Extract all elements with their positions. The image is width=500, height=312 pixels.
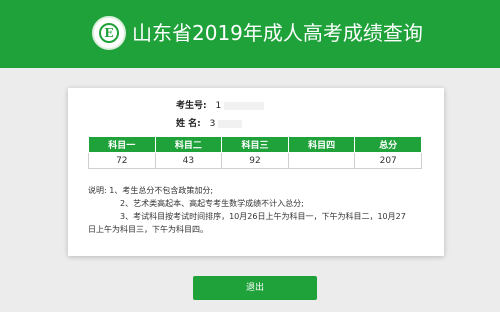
- school-logo-icon: E: [92, 16, 126, 50]
- col-subject-4: 科目四: [287, 136, 356, 153]
- redaction-mask: [218, 119, 243, 128]
- exit-button[interactable]: 退出: [193, 276, 317, 300]
- col-total: 总分: [354, 136, 422, 153]
- redaction-mask: [224, 101, 265, 110]
- score-subject-2: 43: [154, 152, 223, 169]
- note-line-4: 日上午为科目三，下午为科目四。: [88, 225, 208, 234]
- candidate-name-label: 姓 名:: [176, 119, 201, 129]
- notes-block: 说明: 1、考生总分不包含政策加分; 2、艺术类高起本、高起专考生数学成绩不计入…: [88, 184, 428, 236]
- logo-e-emblem-icon: E: [99, 23, 119, 43]
- col-subject-1: 科目一: [88, 136, 156, 153]
- score-value-row: 72 43 92 207: [88, 152, 422, 169]
- col-subject-2: 科目二: [154, 136, 223, 153]
- score-table: 科目一 科目二 科目三 科目四 总分 72 43 92 207: [88, 136, 422, 169]
- note-line-2: 2、艺术类高起本、高起专考生数学成绩不计入总分;: [120, 199, 304, 208]
- candidate-id-value: 1: [215, 101, 222, 111]
- score-subject-1: 72: [88, 152, 156, 169]
- candidate-id-label: 考生号:: [176, 101, 207, 111]
- score-subject-4: [287, 152, 356, 169]
- page-title: 山东省2019年成人高考成绩查询: [132, 21, 423, 45]
- col-subject-3: 科目三: [221, 136, 289, 153]
- score-total: 207: [354, 152, 422, 169]
- page-header: E 山东省2019年成人高考成绩查询: [0, 0, 500, 68]
- score-subject-3: 92: [221, 152, 289, 169]
- score-header-row: 科目一 科目二 科目三 科目四 总分: [88, 136, 422, 153]
- note-line-1: 说明: 1、考生总分不包含政策加分;: [88, 186, 214, 195]
- candidate-id-row: 考生号: 1: [176, 100, 265, 112]
- note-line-3: 3、考试科目按考试时间排序，10月26日上午为科目一，下午为科目二，10月27: [120, 212, 406, 221]
- result-card: 考生号: 1 姓 名: 3 科目一 科目二 科目三 科目四 总分 72 43 9…: [68, 88, 444, 256]
- candidate-name-row: 姓 名: 3: [176, 118, 243, 130]
- candidate-name-value: 3: [209, 119, 216, 129]
